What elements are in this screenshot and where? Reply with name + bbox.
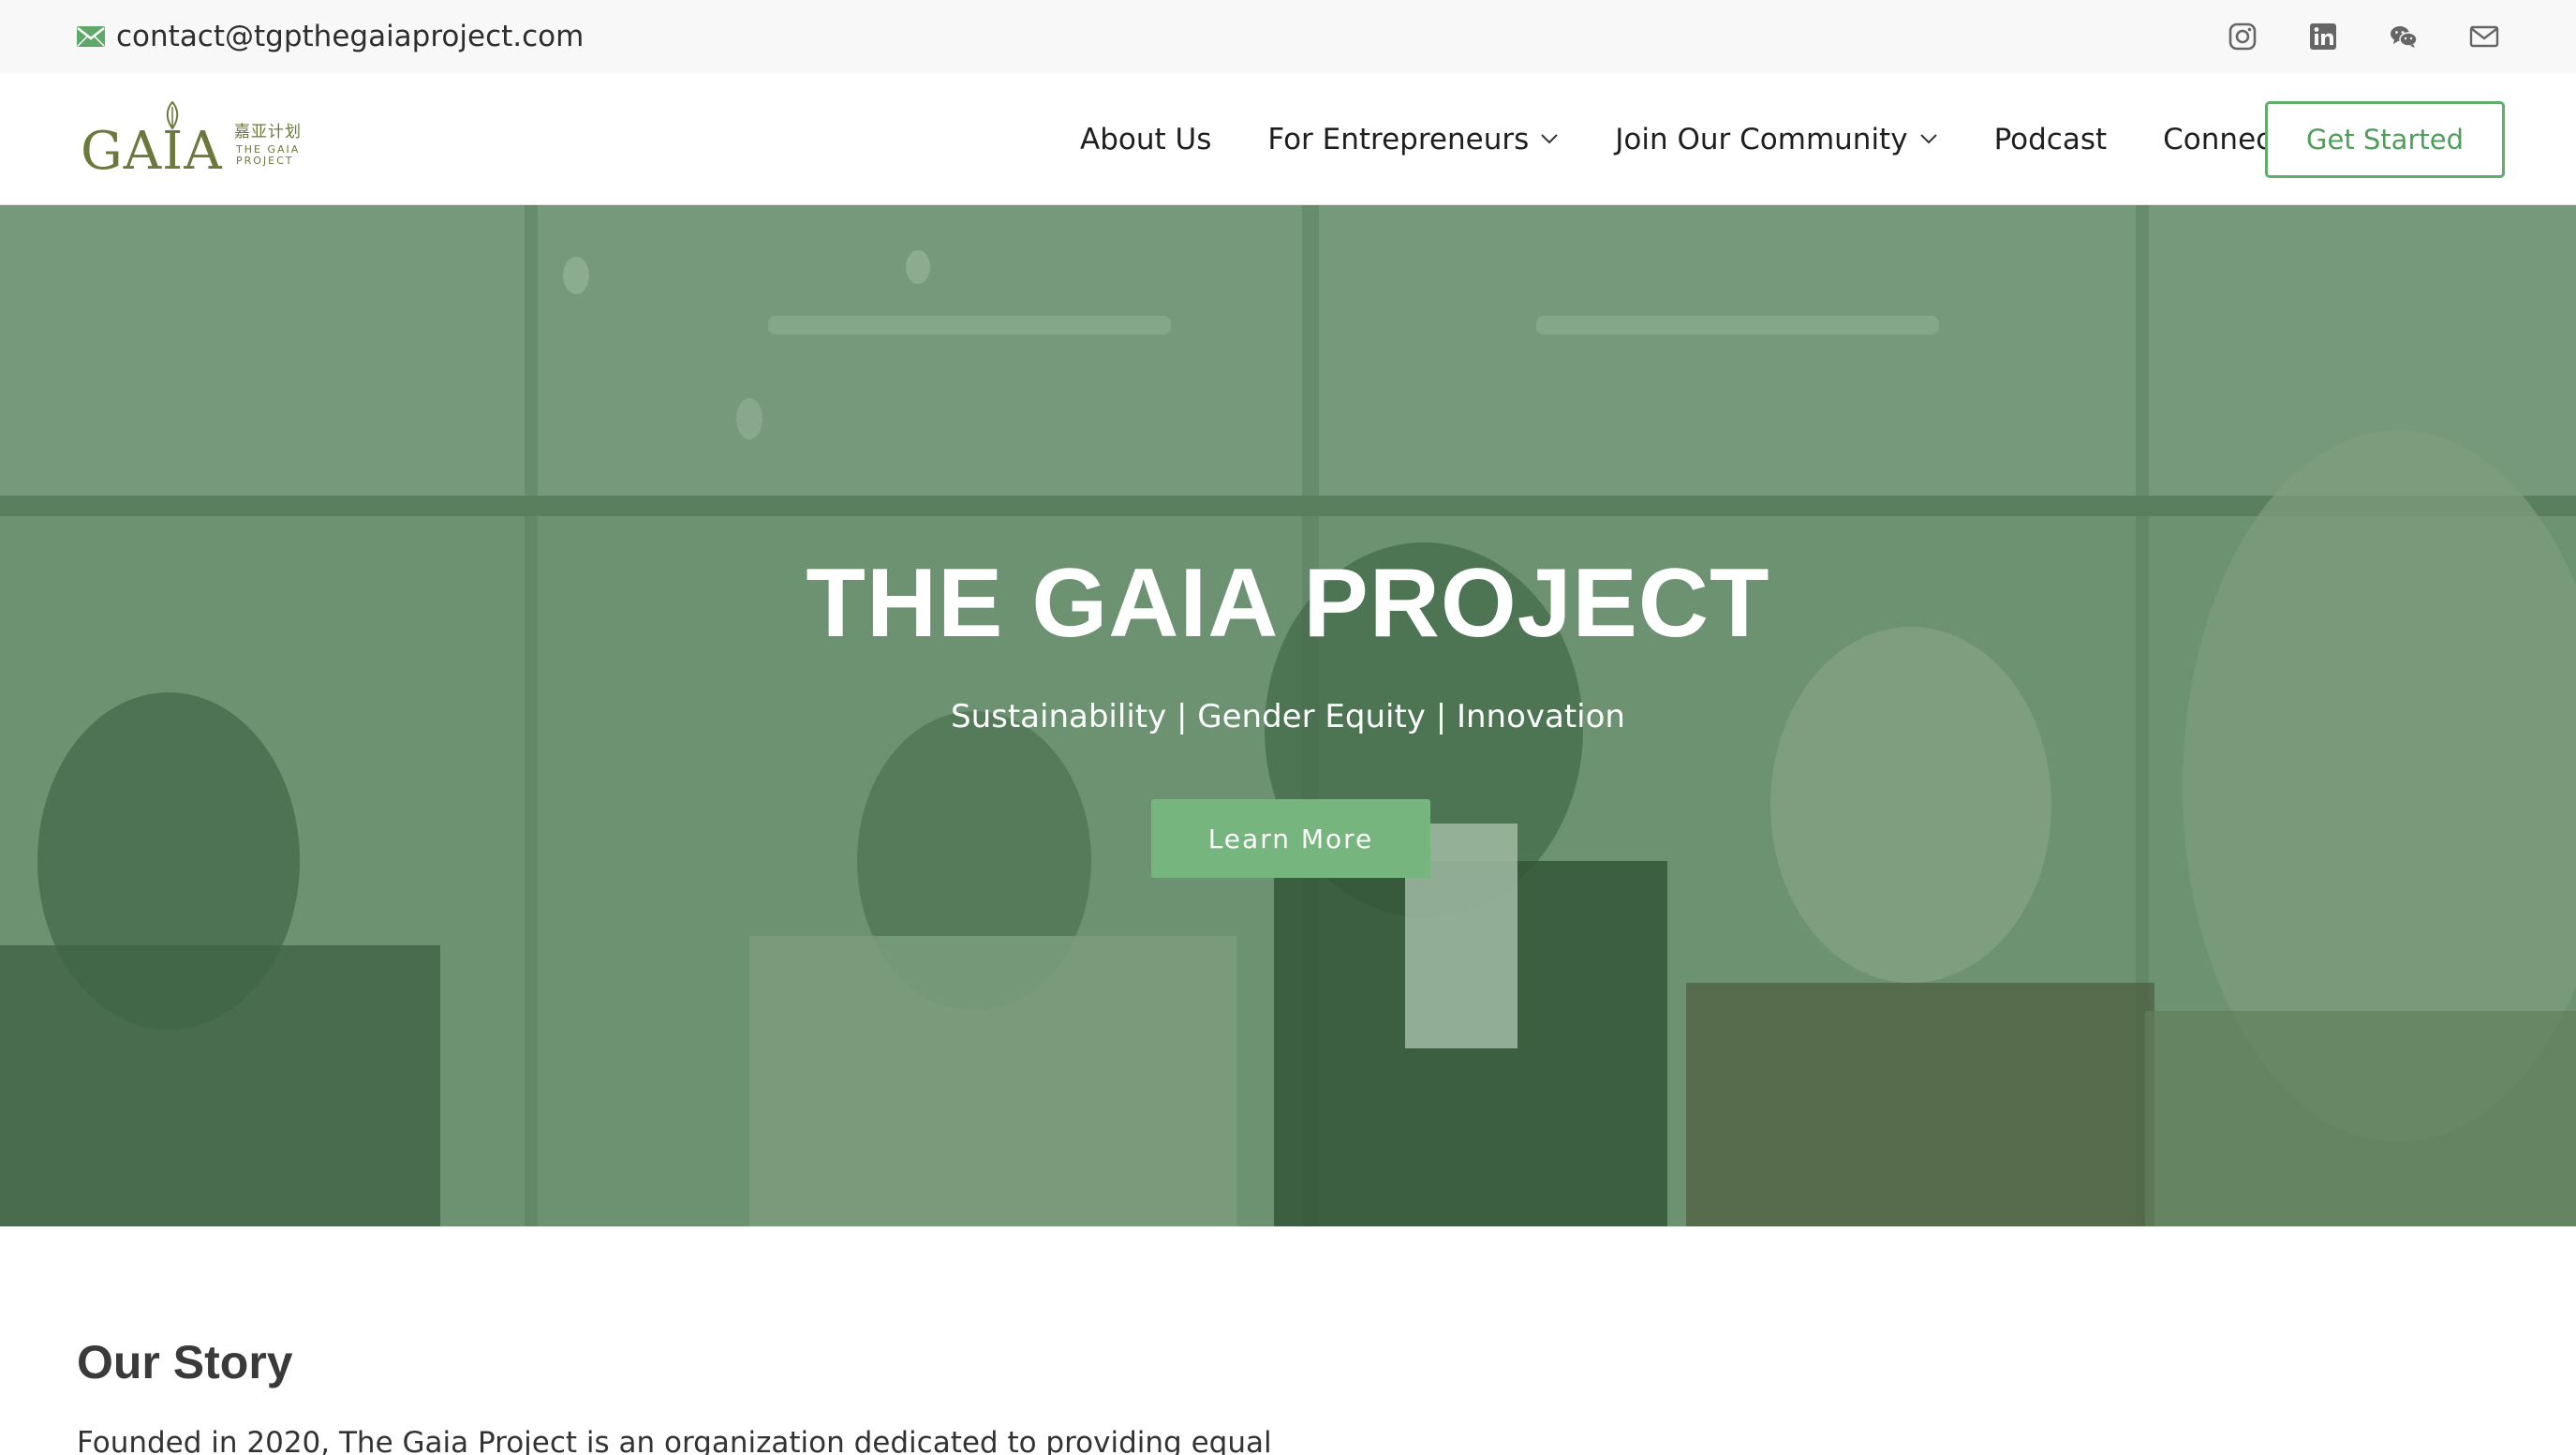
hero-banner: THE GAIA PROJECT Sustainability | Gender… xyxy=(0,205,2576,1226)
nav-item-join-our-community[interactable]: Join Our Community xyxy=(1615,123,1937,156)
instagram-icon[interactable] xyxy=(2228,22,2258,52)
linkedin-icon[interactable] xyxy=(2308,22,2338,52)
logo-wordmark: GAIA xyxy=(81,121,223,182)
hero-title: THE GAIA PROJECT xyxy=(806,549,1770,658)
wechat-icon[interactable] xyxy=(2389,22,2419,52)
nav-item-label: For Entrepreneurs xyxy=(1267,122,1530,156)
contact-email-text: contact@tgpthegaiaproject.com xyxy=(116,20,585,53)
chevron-down-icon xyxy=(1540,133,1559,145)
logo-subtitle: THE GAIA PROJECT xyxy=(236,144,300,167)
hero-tagline: Sustainability | Gender Equity | Innovat… xyxy=(951,698,1625,735)
gaia-logo[interactable]: GAIA 嘉亚计划 THE GAIA PROJECT xyxy=(81,101,315,178)
nav-item-about-us[interactable]: About Us xyxy=(1080,123,1211,156)
social-links xyxy=(2228,0,2499,73)
mail-icon[interactable] xyxy=(2469,22,2499,52)
nav-item-for-entrepreneurs[interactable]: For Entrepreneurs xyxy=(1267,123,1559,156)
logo-chinese-name: 嘉亚计划 xyxy=(234,123,302,141)
nav-item-label: Podcast xyxy=(1993,122,2108,156)
get-started-button[interactable]: Get Started xyxy=(2265,101,2505,178)
nav-item-label: About Us xyxy=(1080,122,1212,156)
contact-email-link[interactable]: contact@tgpthegaiaproject.com xyxy=(77,0,584,73)
nav-item-label: Join Our Community xyxy=(1615,122,1908,156)
logo-subtitle-line2: PROJECT xyxy=(236,155,294,167)
chevron-down-icon xyxy=(1919,133,1938,145)
our-story-paragraph: Founded in 2020, The Gaia Project is an … xyxy=(77,1426,1272,1455)
nav-menu: About Us For Entrepreneurs Join Our Comm… xyxy=(1080,73,2339,205)
learn-more-button[interactable]: Learn More xyxy=(1151,799,1430,878)
main-navigation: GAIA 嘉亚计划 THE GAIA PROJECT About Us For … xyxy=(0,73,2576,205)
top-utility-bar: contact@tgpthegaiaproject.com xyxy=(0,0,2576,73)
nav-item-podcast[interactable]: Podcast xyxy=(1994,123,2108,156)
our-story-heading: Our Story xyxy=(77,1336,293,1388)
envelope-icon xyxy=(77,26,105,47)
